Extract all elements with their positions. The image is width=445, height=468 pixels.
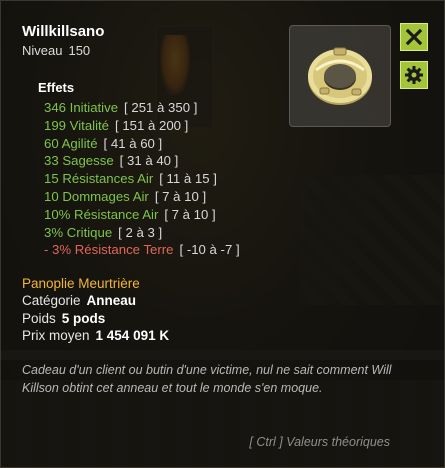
effect-range: [ 251 à 350 ] (124, 100, 198, 115)
effect-range: [ 41 à 60 ] (103, 135, 163, 151)
effect-range: [ 2 à 3 ] (118, 224, 163, 240)
price-row: Prix moyen 1 454 091 K (22, 328, 169, 343)
item-description: Cadeau d'un client ou butin d'une victim… (22, 363, 392, 395)
effect-range: [ 31 à 40 ] (119, 153, 179, 169)
settings-button[interactable] (400, 61, 428, 89)
effect-text: - 3% Résistance Terre (44, 242, 174, 258)
ctrl-hint: [ Ctrl ] Valeurs théoriques (249, 435, 390, 449)
effect-range: [ 151 à 200 ] (115, 117, 189, 133)
gold-ring-icon (308, 47, 372, 105)
category-row: Catégorie Anneau (22, 293, 136, 308)
set-name-link[interactable]: Panoplie Meurtrière (22, 276, 140, 291)
effect-row: 10 Dommages Air [ 7 à 10 ] (44, 189, 240, 207)
effect-text: 15 Résistances Air (44, 171, 154, 187)
effect-row-negative: - 3% Résistance Terre [ -10 à -7 ] (44, 242, 240, 260)
category-value: Anneau (86, 293, 137, 308)
item-tooltip: Willkillsano Niveau 150 Effets 346 Initi… (0, 0, 445, 468)
level-label: Niveau (22, 43, 63, 58)
effect-text: 33 Sagesse (44, 153, 114, 169)
effect-range: [ -10 à -7 ] (179, 242, 240, 258)
effect-row: 60 Agilité [ 41 à 60 ] (44, 136, 240, 154)
level-value: 150 (68, 43, 91, 58)
effect-row: 15 Résistances Air [ 11 à 15 ] (44, 171, 240, 189)
weight-value: 5 pods (61, 311, 106, 326)
close-button[interactable] (400, 23, 428, 51)
price-label: Prix moyen (22, 328, 90, 343)
weight-row: Poids 5 pods (22, 311, 105, 326)
effect-row: 10% Résistance Air [ 7 à 10 ] (44, 207, 240, 225)
effect-text: 3% Critique (44, 224, 113, 240)
gear-icon (405, 66, 423, 84)
effect-range: [ 7 à 10 ] (154, 188, 207, 204)
effect-row: 199 Vitalité [ 151 à 200 ] (44, 118, 240, 136)
effect-row: 346 Initiative [ 251 à 350 ] (44, 100, 240, 118)
effect-text: 199 Vitalité (44, 117, 110, 133)
price-value: 1 454 091 K (95, 328, 170, 343)
effect-text: 60 Agilité (44, 135, 98, 151)
item-level: Niveau 150 (22, 43, 90, 58)
effect-text: 10 Dommages Air (44, 188, 149, 204)
effect-text: 346 Initiative (44, 100, 119, 115)
category-label: Catégorie (22, 293, 81, 308)
effects-list: 346 Initiative [ 251 à 350 ] 199 Vitalité… (44, 100, 240, 260)
weight-label: Poids (22, 311, 56, 326)
effect-text: 10% Résistance Air (44, 206, 159, 222)
effect-row: 33 Sagesse [ 31 à 40 ] (44, 153, 240, 171)
effects-heading: Effets (38, 80, 75, 95)
close-icon (405, 28, 423, 46)
effect-range: [ 11 à 15 ] (159, 171, 217, 187)
effect-range: [ 7 à 10 ] (164, 206, 216, 222)
item-name: Willkillsano (22, 23, 105, 40)
item-image-frame (289, 25, 391, 127)
effect-row: 3% Critique [ 2 à 3 ] (44, 225, 240, 243)
